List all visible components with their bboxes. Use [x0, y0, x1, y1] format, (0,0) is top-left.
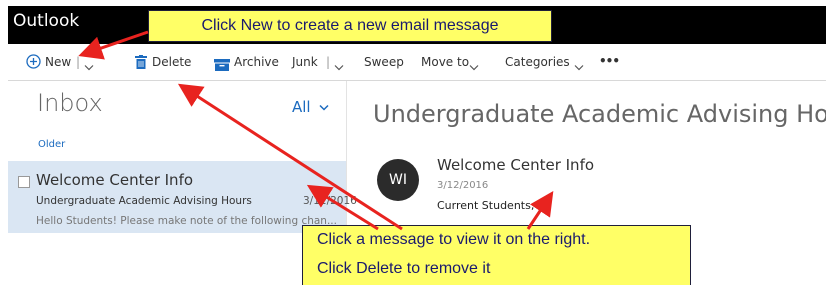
- arrow-to-reading-pane: [526, 191, 554, 230]
- arrow-to-delete: [177, 83, 403, 231]
- annotation-arrows: [78, 30, 554, 231]
- arrow-to-new: [78, 30, 149, 60]
